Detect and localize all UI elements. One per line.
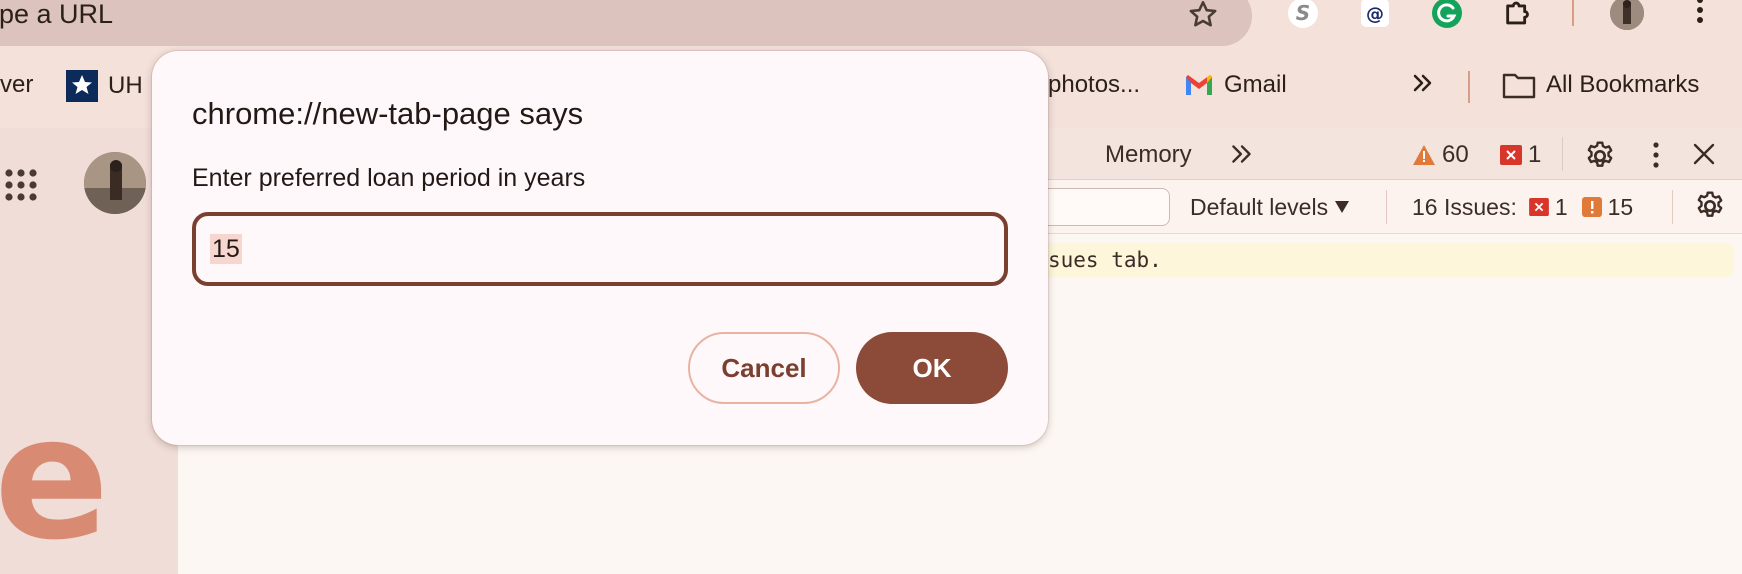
dialog-message: Enter preferred loan period in years xyxy=(192,164,586,192)
ntp-profile-avatar[interactable] xyxy=(84,152,146,214)
console-message: sues tab. xyxy=(1048,248,1162,272)
s-extension-icon[interactable]: S xyxy=(1286,0,1320,30)
caret-down-icon xyxy=(1335,201,1350,213)
error-icon xyxy=(1500,145,1522,165)
bookmark-item[interactable]: ver xyxy=(0,70,33,100)
svg-text:@: @ xyxy=(1366,4,1384,25)
devtools-settings-icon[interactable] xyxy=(1584,140,1616,180)
warning-icon xyxy=(1413,145,1435,165)
all-bookmarks-button[interactable]: All Bookmarks xyxy=(1502,70,1699,100)
bookmark-item[interactable]: photos... xyxy=(1048,70,1140,100)
bookmark-label: photos... xyxy=(1048,71,1141,98)
omnibox-text[interactable]: type a URL xyxy=(0,0,113,28)
log-levels-dropdown[interactable]: Default levels xyxy=(1190,193,1350,221)
more-tabs-icon[interactable] xyxy=(1228,140,1256,176)
bookmark-item-gmail[interactable]: Gmail xyxy=(1184,70,1287,100)
errors-count: 1 xyxy=(1528,141,1542,168)
puzzle-extensions-icon[interactable] xyxy=(1502,0,1536,30)
bookmark-item[interactable]: UH xyxy=(66,70,143,102)
toolbar-divider xyxy=(1386,190,1387,224)
bookmark-label: ver xyxy=(0,71,34,98)
warnings-count: 60 xyxy=(1442,141,1469,168)
devtools-close-icon[interactable] xyxy=(1690,140,1718,176)
issues-counter[interactable]: 16 Issues: 1 15 xyxy=(1412,193,1633,221)
loan-period-input[interactable]: 15 xyxy=(192,212,1008,286)
log-levels-label: Default levels xyxy=(1190,194,1329,220)
google-logo-fragment: e xyxy=(0,380,110,574)
prompt-dialog: chrome://new-tab-page says Enter preferr… xyxy=(152,51,1048,445)
toolbar-divider xyxy=(1572,0,1574,26)
bookmarks-divider xyxy=(1468,71,1470,103)
devtools-menu-icon[interactable] xyxy=(1648,140,1664,178)
browser-toolbar: type a URL S @ xyxy=(0,0,1742,50)
dialog-title: chrome://new-tab-page says xyxy=(192,96,584,131)
svg-text:S: S xyxy=(1296,1,1310,25)
all-bookmarks-label: All Bookmarks xyxy=(1546,71,1700,98)
bookmarks-overflow-icon[interactable] xyxy=(1410,70,1436,96)
omnibox[interactable]: type a URL xyxy=(0,0,1252,46)
profile-avatar[interactable] xyxy=(1610,0,1644,30)
bookmark-label: Gmail xyxy=(1224,71,1287,98)
warnings-counter[interactable]: 60 xyxy=(1412,140,1469,170)
cancel-button[interactable]: Cancel xyxy=(688,332,840,404)
gmail-icon xyxy=(1186,75,1212,95)
console-settings-icon[interactable] xyxy=(1694,190,1726,222)
issues-errors-count: 1 xyxy=(1554,194,1568,220)
google-apps-icon[interactable] xyxy=(4,168,38,207)
issue-error-icon xyxy=(1528,198,1549,216)
issues-warnings-count: 15 xyxy=(1607,194,1634,220)
input-value[interactable]: 15 xyxy=(210,234,242,264)
folder-icon xyxy=(1502,73,1536,99)
uh-star-icon xyxy=(66,70,98,102)
bookmark-label: UH xyxy=(108,72,143,99)
ok-button[interactable]: OK xyxy=(856,332,1008,404)
errors-counter[interactable]: 1 xyxy=(1500,140,1541,170)
chrome-menu-icon[interactable] xyxy=(1690,0,1710,35)
at-extension-icon[interactable]: @ xyxy=(1358,0,1392,30)
toolbar-divider xyxy=(1672,190,1673,224)
bookmark-star-icon[interactable] xyxy=(1186,0,1220,37)
grammarly-icon[interactable] xyxy=(1430,0,1464,30)
tab-memory[interactable]: Memory xyxy=(1105,140,1192,170)
issues-label: 16 Issues: xyxy=(1412,194,1517,220)
tabbar-divider xyxy=(1562,137,1563,171)
issue-warning-icon xyxy=(1581,197,1602,217)
